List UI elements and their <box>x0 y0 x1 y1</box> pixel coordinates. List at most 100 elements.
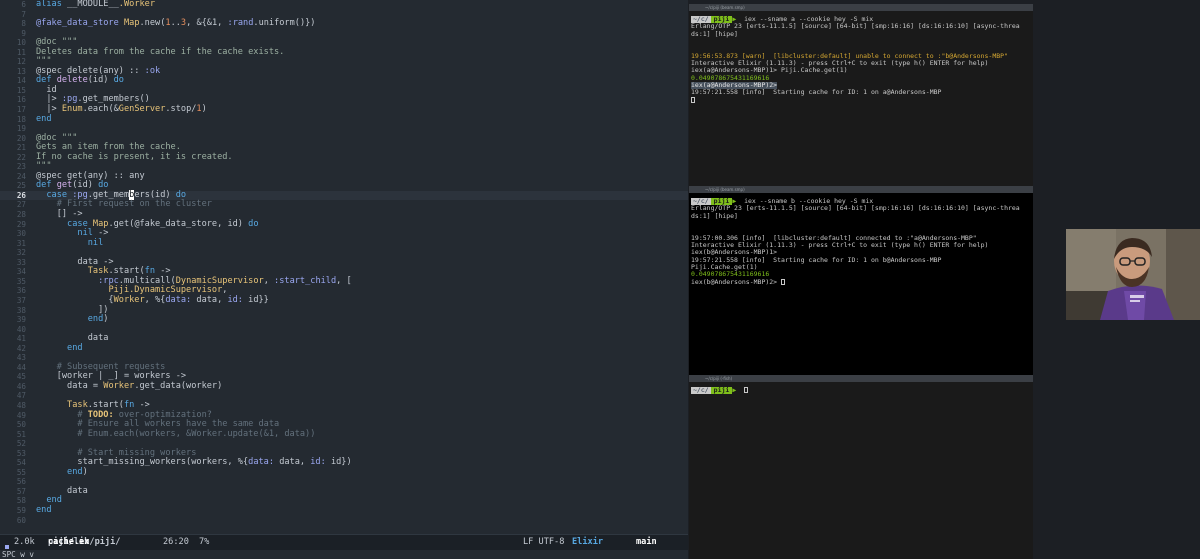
code-token: ) <box>82 466 88 477</box>
code-line[interactable]: 27 # First request on the cluster <box>0 200 688 210</box>
code-token: Task <box>87 266 109 277</box>
major-mode[interactable]: Elixir <box>572 535 603 550</box>
line-number: 42 <box>16 343 26 353</box>
code-line[interactable]: 54 start_missing_workers(workers, %{data… <box>0 457 688 468</box>
terminal-output-line: Interactive Elixir (1.11.3) - press Ctrl… <box>691 242 1031 249</box>
code-line[interactable]: 59 end <box>0 505 688 516</box>
code-line[interactable]: 11 Deletes data from the cache if the cac… <box>0 47 688 58</box>
code-token: :rpc <box>98 275 119 286</box>
line-text: end) <box>36 466 88 478</box>
terminal-output[interactable]: ~/c/piji ▶ iex --sname b --cookie hey -S … <box>689 193 1033 286</box>
code-line[interactable]: 39 end) <box>0 314 688 325</box>
prompt-dir: ~/c/ <box>691 16 711 23</box>
terminal-node-a[interactable]: ~/c/piji (beam.smp) ~/c/piji ▶ iex --snam… <box>689 4 1033 188</box>
code-token: .Worker <box>118 0 156 9</box>
code-token: nil <box>36 228 99 239</box>
code-token: Enum <box>61 104 83 115</box>
code-line[interactable]: 6 alias __MODULE__.Worker <box>0 0 688 10</box>
code-token: :start_child <box>274 275 337 286</box>
code-token: end <box>36 113 52 124</box>
terminal-title: ~/c/piji (beam.smp) <box>689 4 1033 11</box>
code-line[interactable]: 14 def delete(id) do <box>0 76 688 86</box>
result-value: 0.049078675431169616 <box>691 74 770 82</box>
code-line[interactable]: 60 <box>0 516 688 526</box>
line-text: If no cache is present, it is created. <box>36 152 233 163</box>
terminal-output-line: iex(b@Andersons-MBP)1> <box>691 249 1031 256</box>
code-token: # First request on the cluster <box>36 199 212 210</box>
code-token: (id) <box>87 75 114 86</box>
code-line[interactable]: 41 data <box>0 333 688 344</box>
terminal-output[interactable]: ~/c/piji ▶ <box>689 382 1033 394</box>
code-token: __MODULE__ <box>67 0 119 9</box>
line-number: 59 <box>16 505 26 515</box>
line-number: 49 <box>16 410 26 420</box>
code-editor[interactable]: 6 alias __MODULE__.Worker 7 8 @fake_data_sto… <box>0 0 688 559</box>
code-line[interactable]: 22 If no cache is present, it is created. <box>0 152 688 163</box>
code-token: , [ <box>336 275 352 286</box>
code-area[interactable]: 6 alias __MODULE__.Worker 7 8 @fake_data_sto… <box>0 0 688 534</box>
terminal-cursor[interactable] <box>781 278 786 285</box>
code-token: Piji.DynamicSupervisor <box>108 285 223 296</box>
code-token: .start( <box>87 399 124 410</box>
code-line[interactable]: 58 end <box>0 496 688 506</box>
terminal-node-b[interactable]: ~/c/piji (beam.smp) ~/c/piji ▶ iex --snam… <box>689 186 1033 375</box>
code-token: do <box>175 189 187 200</box>
code-token: data, <box>274 457 311 468</box>
line-number: 33 <box>16 257 26 267</box>
code-line[interactable]: 18 end <box>0 113 688 125</box>
code-token: """ <box>36 56 52 67</box>
line-number: 25 <box>16 181 26 191</box>
code-line[interactable]: 56 <box>0 477 688 487</box>
code-token: :ok <box>144 65 161 76</box>
code-token: ers(id) <box>134 189 176 200</box>
line-number: 13 <box>16 66 26 76</box>
line-number: 30 <box>16 229 26 239</box>
terminal-cursor[interactable] <box>691 96 695 103</box>
terminal-shell[interactable]: ~/c/piji (-fish) ~/c/piji ▶ <box>689 375 1033 559</box>
terminal-title: ~/c/piji (-fish) <box>689 375 1033 382</box>
line-number: 36 <box>16 286 26 296</box>
output-text: 19:57:21.558 [info] Starting cache for I… <box>691 89 942 97</box>
code-token: @spec get(any) :: any <box>36 170 145 181</box>
code-line[interactable]: 51 # Enum.each(workers, &Worker.update(&… <box>0 429 688 440</box>
terminal-output-line: 19:57:21.558 [info] Starting cache for I… <box>691 257 1031 264</box>
code-token: -> <box>139 399 150 410</box>
line-number: 60 <box>16 515 26 525</box>
line-number: 6 <box>21 0 26 9</box>
line-number: 11 <box>16 47 26 57</box>
code-token: def <box>36 180 57 191</box>
code-line[interactable]: 17 |> Enum.each(&GenServer.stop/1) <box>0 104 688 115</box>
terminal-cursor[interactable] <box>744 387 749 393</box>
scroll-percent: 7% <box>199 537 210 547</box>
shell-prompt: ~/c/piji ▶ <box>691 387 736 394</box>
minibuffer[interactable]: SPC w v <box>2 550 34 559</box>
code-line[interactable]: 57 data <box>0 486 688 497</box>
code-line[interactable]: 55 end) <box>0 466 688 478</box>
code-token: Gets an item from the cache. <box>36 142 181 153</box>
line-number: 54 <box>16 458 26 468</box>
file-encoding[interactable]: LF UTF-8 <box>523 535 564 550</box>
code-token: DynamicSupervisor <box>175 275 264 286</box>
terminal-output-line: Erlang/OTP 23 [erts-11.1.5] [source] [64… <box>691 23 1031 30</box>
terminal-output-line: Piji.Cache.get(1) <box>691 264 1031 271</box>
code-line[interactable]: 9 <box>0 29 688 39</box>
code-line[interactable]: 19 <box>0 124 688 134</box>
git-branch[interactable]: main <box>636 535 657 550</box>
terminal-output[interactable]: ~/c/piji ▶ iex --sname a --cookie hey -S … <box>689 11 1033 104</box>
code-line[interactable]: 46 data = Worker.get_data(worker) <box>0 381 688 392</box>
output-text: ds:1] [hipe] <box>691 212 738 220</box>
code-token: data: <box>248 457 275 468</box>
terminal-output-line: Erlang/OTP 23 [erts-11.1.5] [source] [64… <box>691 205 1031 212</box>
line-number: 41 <box>16 334 26 344</box>
terminal-output-line: iex(b@Andersons-MBP)2> <box>691 278 1031 286</box>
code-line[interactable]: 42 end <box>0 343 688 354</box>
line-number: 26 <box>16 190 26 200</box>
code-line[interactable]: 31 nil <box>0 238 688 249</box>
code-token: fn <box>123 399 140 410</box>
line-text: nil <box>36 238 104 249</box>
code-line[interactable]: 8 @fake_data_store Map.new(1..3, &{&1, :r… <box>0 18 688 29</box>
